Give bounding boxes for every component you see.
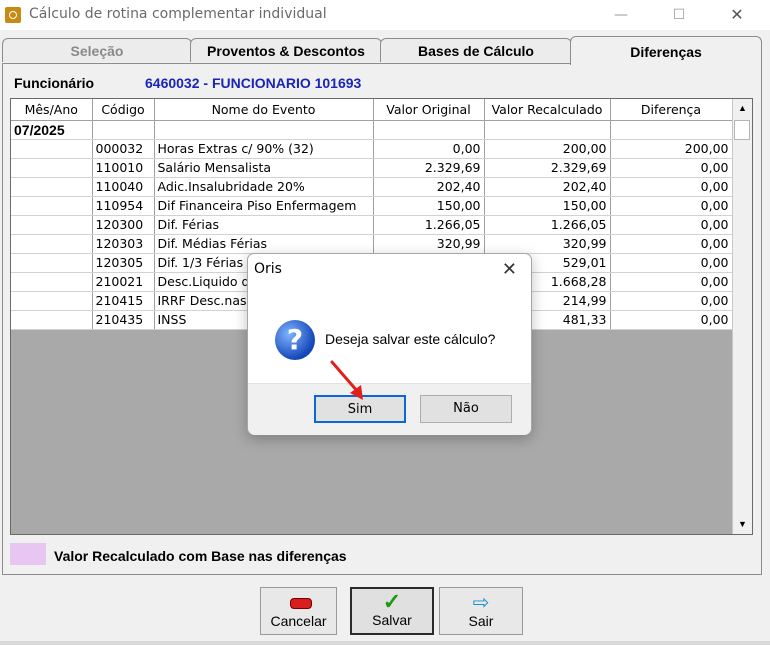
column-header-recalculated-value[interactable]: Valor Recalculado	[484, 99, 611, 121]
scroll-up-icon[interactable]: ▲	[733, 99, 752, 118]
tab-proventos-descontos[interactable]: Proventos & Descontos	[190, 38, 382, 62]
window-title: Cálculo de rotina complementar individua…	[29, 6, 327, 22]
annotation-arrow-icon	[330, 360, 363, 400]
exit-button[interactable]: ⇨ Sair	[439, 587, 523, 635]
difference-cell: 0,00	[610, 234, 733, 254]
employee-value: 6460032 - FUNCIONARIO 101693	[145, 75, 362, 91]
table-row[interactable]: 000032 Horas Extras c/ 90% (32) 0,00 200,00…	[11, 139, 733, 159]
dialog-title: Oris	[254, 261, 282, 277]
close-button[interactable]: ✕	[714, 0, 760, 30]
dialog-footer: Sim Não	[248, 383, 531, 435]
recalculated-value-cell: 2.329,69	[484, 158, 611, 178]
table-row[interactable]: 120300 Dif. Férias 1.266,05 1.266,05 0,00	[11, 215, 733, 235]
confirm-save-dialog: Oris ✕ ? Deseja salvar este cálculo? Sim…	[247, 253, 532, 435]
original-value-cell: 320,99	[373, 234, 485, 254]
table-row[interactable]: 110010 Salário Mensalista 2.329,69 2.329,69…	[11, 158, 733, 178]
save-button-label: Salvar	[372, 612, 412, 628]
tab-selecao[interactable]: Seleção	[2, 38, 192, 62]
tab-diferencas[interactable]: Diferenças	[570, 36, 762, 65]
original-value-cell: 202,40	[373, 177, 485, 197]
code-cell: 120305	[92, 253, 155, 273]
recalculated-value-cell: 1.266,05	[484, 215, 611, 235]
recalculated-value-cell: 200,00	[484, 139, 611, 159]
legend-color-swatch	[10, 543, 46, 565]
table-row-month[interactable]: 07/2025	[11, 120, 733, 140]
table-row[interactable]: 110040 Adic.Insalubridade 20% 202,40 202,40…	[11, 177, 733, 197]
save-button[interactable]: ✓ Salvar	[350, 587, 434, 635]
difference-cell: 0,00	[610, 291, 733, 311]
code-cell: 110954	[92, 196, 155, 216]
difference-cell: 200,00	[610, 139, 733, 159]
event-name-cell: Dif. Férias	[154, 215, 374, 235]
difference-cell: 0,00	[610, 272, 733, 292]
difference-cell: 0,00	[610, 253, 733, 273]
column-header-difference[interactable]: Diferença	[610, 99, 733, 121]
dialog-close-button[interactable]: ✕	[502, 259, 517, 280]
question-icon: ?	[275, 320, 315, 360]
code-cell: 120303	[92, 234, 155, 254]
cancel-button[interactable]: Cancelar	[260, 587, 337, 635]
column-header-original-value[interactable]: Valor Original	[373, 99, 485, 121]
event-name-cell: Horas Extras c/ 90% (32)	[154, 139, 374, 159]
legend-text: Valor Recalculado com Base nas diferença…	[54, 548, 347, 564]
column-header-event-name[interactable]: Nome do Evento	[154, 99, 374, 121]
original-value-cell: 0,00	[373, 139, 485, 159]
difference-cell: 0,00	[610, 310, 733, 330]
tab-bases-calculo[interactable]: Bases de Cálculo	[380, 38, 572, 62]
window-bottom-edge	[0, 641, 770, 645]
employee-label: Funcionário	[14, 75, 95, 91]
maximize-button[interactable]: ☐	[656, 0, 702, 30]
original-value-cell: 1.266,05	[373, 215, 485, 235]
code-cell: 210021	[92, 272, 155, 292]
event-name-cell: Adic.Insalubridade 20%	[154, 177, 374, 197]
code-cell: 000032	[92, 139, 155, 159]
event-name-cell: Salário Mensalista	[154, 158, 374, 178]
cancel-icon	[290, 598, 312, 609]
vertical-scrollbar[interactable]: ▲ ▼	[732, 99, 752, 534]
recalculated-value-cell: 150,00	[484, 196, 611, 216]
recalculated-value-cell: 320,99	[484, 234, 611, 254]
app-icon	[5, 7, 21, 23]
event-name-cell: Dif. Médias Férias	[154, 234, 374, 254]
cancel-button-label: Cancelar	[270, 613, 327, 629]
column-header-month[interactable]: Mês/Ano	[11, 99, 93, 121]
table-header: Mês/Ano Código Nome do Evento Valor Orig…	[11, 99, 733, 121]
difference-cell: 0,00	[610, 215, 733, 235]
code-cell: 110040	[92, 177, 155, 197]
scroll-down-icon[interactable]: ▼	[733, 515, 752, 534]
no-button[interactable]: Não	[420, 395, 512, 423]
difference-cell: 0,00	[610, 177, 733, 197]
minimize-button[interactable]: —	[598, 0, 644, 30]
arrow-right-icon: ⇨	[472, 592, 490, 614]
dialog-message: Deseja salvar este cálculo?	[325, 331, 496, 347]
event-name-cell: Dif Financeira Piso Enfermagem	[154, 196, 374, 216]
table-row[interactable]: 110954 Dif Financeira Piso Enfermagem 150,…	[11, 196, 733, 216]
exit-button-label: Sair	[468, 613, 494, 629]
column-header-code[interactable]: Código	[92, 99, 155, 121]
code-cell: 210435	[92, 310, 155, 330]
table-row[interactable]: 120303 Dif. Médias Férias 320,99 320,99 0,00	[11, 234, 733, 254]
code-cell: 210415	[92, 291, 155, 311]
code-cell: 120300	[92, 215, 155, 235]
code-cell: 110010	[92, 158, 155, 178]
original-value-cell: 2.329,69	[373, 158, 485, 178]
difference-cell: 0,00	[610, 158, 733, 178]
scroll-thumb[interactable]	[734, 120, 750, 140]
title-bar: Cálculo de rotina complementar individua…	[0, 0, 770, 30]
month-cell: 07/2025	[11, 120, 93, 140]
recalculated-value-cell: 202,40	[484, 177, 611, 197]
original-value-cell: 150,00	[373, 196, 485, 216]
difference-cell: 0,00	[610, 196, 733, 216]
